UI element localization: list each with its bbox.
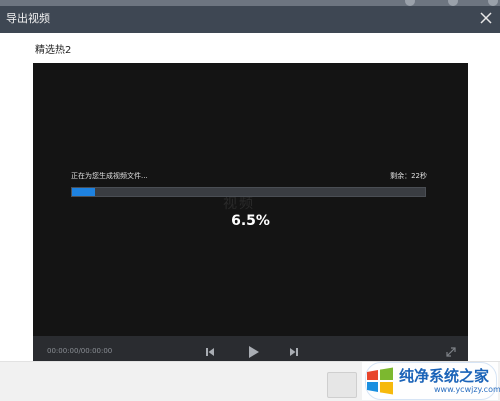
play-button[interactable] <box>244 343 262 361</box>
export-progress-bar <box>71 187 426 197</box>
close-button[interactable] <box>477 9 495 27</box>
site-url: www.ycwjzy.com <box>434 385 500 394</box>
site-logo: 纯净系统之家 www.ycwjzy.com <box>362 362 500 400</box>
site-name: 纯净系统之家 <box>399 367 490 385</box>
remaining-time: 剩余：22秒 <box>390 172 427 180</box>
fullscreen-icon <box>446 347 456 357</box>
dialog-body: 精选热2 正在为您生成视频文件... 剩余：22秒 视频 6.5% 00:00:… <box>0 33 500 368</box>
play-icon <box>249 346 259 358</box>
export-status-text: 正在为您生成视频文件... <box>71 172 148 180</box>
previous-button[interactable] <box>202 344 218 360</box>
dialog-title: 导出视频 <box>6 12 50 25</box>
video-player: 正在为您生成视频文件... 剩余：22秒 视频 6.5% 00:00:00/00… <box>33 63 468 368</box>
windows-logo-icon <box>367 367 393 395</box>
progress-percent: 6.5% <box>231 213 270 229</box>
time-display: 00:00:00/00:00:00 <box>47 347 113 355</box>
fullscreen-button[interactable] <box>443 344 459 360</box>
dialog-titlebar: 导出视频 <box>0 6 500 33</box>
close-icon <box>480 12 492 24</box>
skip-forward-icon <box>290 348 298 356</box>
skip-back-icon <box>206 348 214 356</box>
export-file-name: 精选热2 <box>35 45 72 56</box>
video-preview: 正在为您生成视频文件... 剩余：22秒 视频 6.5% <box>33 63 468 336</box>
next-button[interactable] <box>286 344 302 360</box>
footer-button[interactable] <box>327 372 357 398</box>
export-progress-fill <box>72 188 95 196</box>
